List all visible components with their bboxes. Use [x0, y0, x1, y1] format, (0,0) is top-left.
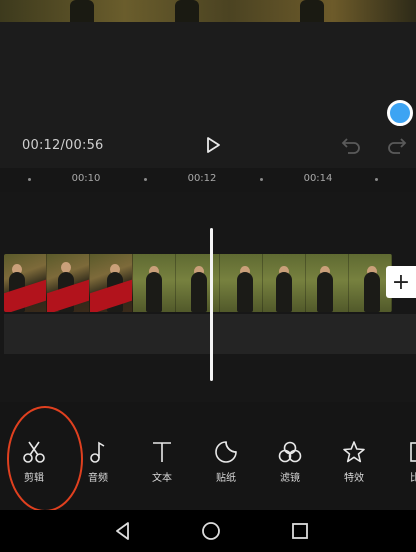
ruler-dot	[144, 178, 147, 181]
ruler-tick-label: 00:14	[303, 173, 333, 184]
ruler-dot	[260, 178, 263, 181]
music-note-icon	[90, 441, 105, 463]
home-circle-icon	[202, 522, 220, 540]
nav-back-button[interactable]	[112, 520, 134, 542]
timeline-playhead	[210, 228, 213, 381]
clip-thumbnail	[219, 254, 263, 312]
effects-star-icon	[343, 441, 365, 463]
play-icon	[207, 137, 220, 153]
video-clip[interactable]	[4, 254, 392, 312]
tool-label: 文本	[152, 473, 172, 484]
clip-thumbnail	[176, 254, 220, 312]
time-ruler: 00:10 00:12 00:14	[0, 168, 416, 192]
back-triangle-icon	[116, 522, 129, 540]
tool-label: 贴纸	[216, 473, 236, 484]
clip-thumbnail	[90, 254, 134, 312]
tool-text[interactable]: 文本	[136, 440, 188, 484]
cut-tool-highlight-circle	[7, 406, 83, 512]
tool-sticker[interactable]: 贴纸	[200, 440, 252, 484]
text-icon	[153, 442, 171, 462]
clip-thumbnail	[262, 254, 306, 312]
nav-home-button[interactable]	[200, 520, 222, 542]
timeline-scrub-handle[interactable]	[387, 100, 413, 126]
tool-effects[interactable]: 特效	[328, 440, 380, 484]
redo-icon	[388, 138, 407, 154]
tool-filter[interactable]: 滤镜	[264, 440, 316, 484]
partial-icon	[410, 442, 416, 462]
add-clip-button[interactable]: +	[386, 266, 416, 298]
clip-thumbnail	[133, 254, 177, 312]
sticker-icon	[215, 441, 237, 463]
nav-recents-button[interactable]	[289, 520, 311, 542]
video-preview	[0, 0, 416, 22]
tool-more[interactable]: 比	[392, 440, 416, 484]
undo-icon	[341, 138, 360, 154]
filter-icon	[278, 441, 302, 463]
tool-label: 特效	[344, 473, 364, 484]
play-button[interactable]	[203, 135, 223, 155]
time-display: 00:12/00:56	[22, 138, 104, 153]
ruler-dot	[375, 178, 378, 181]
clip-thumbnail	[4, 254, 48, 312]
ruler-dot	[28, 178, 31, 181]
clip-thumbnail	[305, 254, 349, 312]
clip-thumbnail	[47, 254, 91, 312]
ruler-tick-label: 00:12	[187, 173, 217, 184]
ruler-tick-label: 00:10	[71, 173, 101, 184]
undo-button[interactable]	[340, 135, 362, 155]
tool-label: 滤镜	[280, 473, 300, 484]
tool-label: 比	[410, 473, 416, 484]
redo-button[interactable]	[386, 135, 408, 155]
recents-square-icon	[292, 523, 308, 539]
